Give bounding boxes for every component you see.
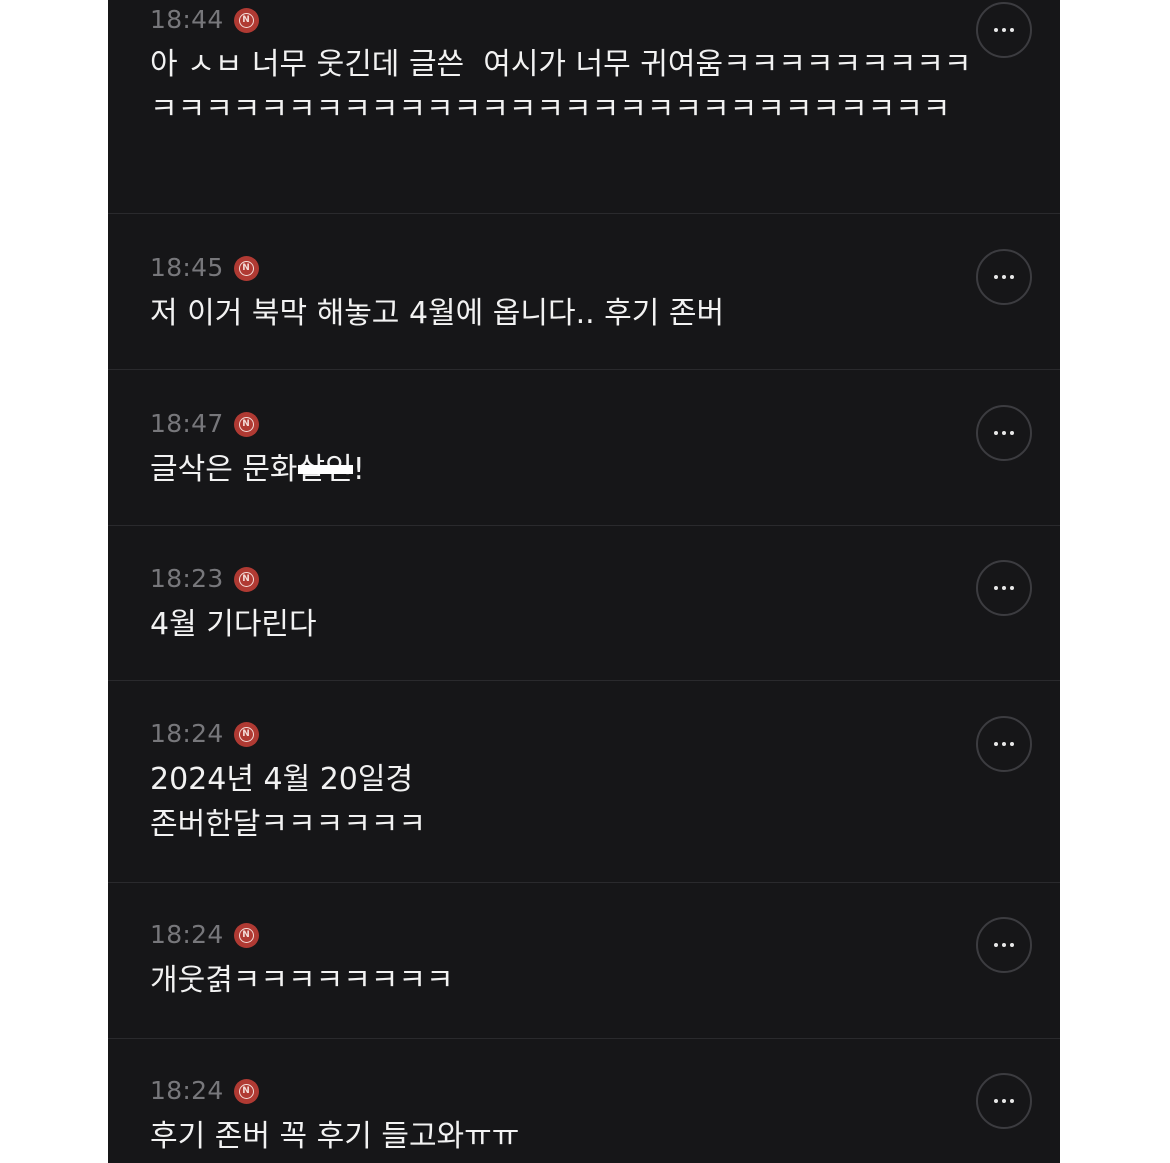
comment-meta: 18:24 N — [150, 1076, 259, 1106]
comment-item: 18:45 N 저 이거 북막 해놓고 4월에 옵니다.. 후기 존버 — [108, 214, 1060, 370]
comment-text: 저 이거 북막 해놓고 4월에 옵니다.. 후기 존버 — [150, 296, 725, 331]
comment-meta: 18:24 N — [150, 719, 259, 749]
redacted-word: 살인 — [297, 452, 353, 487]
comment-item: 18:24 N 2024년 4월 20일경 존버한달ㅋㅋㅋㅋㅋㅋ — [108, 681, 1060, 883]
more-options-button[interactable] — [976, 2, 1032, 58]
comment-time: 18:24 — [150, 719, 224, 748]
comment-meta: 18:45 N — [150, 253, 259, 283]
more-dots-icon — [994, 275, 1014, 279]
comment-meta: 18:24 N — [150, 920, 259, 950]
more-dots-icon — [994, 28, 1014, 32]
comment-time: 18:24 — [150, 920, 224, 949]
comment-text: 아 ㅅㅂ 너무 웃긴데 글쓴 여시가 너무 귀여움ㅋㅋㅋㅋㅋㅋㅋㅋㅋㅋㅋㅋㅋㅋㅋ… — [150, 47, 972, 127]
new-badge-icon: N — [233, 411, 259, 437]
more-options-button[interactable] — [976, 917, 1032, 973]
more-dots-icon — [994, 586, 1014, 590]
comment-item: 18:24 N 개웃겱ㅋㅋㅋㅋㅋㅋㅋㅋ — [108, 883, 1060, 1039]
new-badge-icon: N — [233, 7, 259, 33]
comment-text-after: ! — [352, 452, 365, 487]
comment-text: 개웃겱ㅋㅋㅋㅋㅋㅋㅋㅋ — [150, 963, 454, 998]
new-badge-icon: N — [233, 922, 259, 948]
comment-time: 18:47 — [150, 409, 224, 438]
new-badge-icon: N — [233, 566, 259, 592]
comment-text: 4월 기다린다 — [150, 607, 317, 642]
comment-time: 18:24 — [150, 1076, 224, 1105]
more-options-button[interactable] — [976, 249, 1032, 305]
comment-text-before: 글삭은 문화 — [150, 452, 298, 487]
comment-time: 18:44 — [150, 5, 224, 34]
new-badge-icon: N — [233, 1078, 259, 1104]
comment-item: 18:24 N 후기 존버 꼭 후기 들고와ㅠㅠ — [108, 1039, 1060, 1163]
comment-time: 18:45 — [150, 253, 224, 282]
comment-meta: 18:44 N — [150, 5, 259, 35]
comment-item: 18:23 N 4월 기다린다 — [108, 526, 1060, 681]
more-options-button[interactable] — [976, 560, 1032, 616]
more-options-button[interactable] — [976, 405, 1032, 461]
more-dots-icon — [994, 742, 1014, 746]
comment-item: 18:47 N 글삭은 문화살인! — [108, 370, 1060, 526]
more-dots-icon — [994, 1099, 1014, 1103]
more-options-button[interactable] — [976, 1073, 1032, 1129]
comment-meta: 18:23 N — [150, 564, 259, 594]
more-dots-icon — [994, 943, 1014, 947]
comment-list: 18:44 N 아 ㅅㅂ 너무 웃긴데 글쓴 여시가 너무 귀여움ㅋㅋㅋㅋㅋㅋㅋ… — [108, 0, 1060, 1163]
more-dots-icon — [994, 431, 1014, 435]
comment-time: 18:23 — [150, 564, 224, 593]
new-badge-icon: N — [233, 255, 259, 281]
more-options-button[interactable] — [976, 716, 1032, 772]
new-badge-icon: N — [233, 721, 259, 747]
comment-meta: 18:47 N — [150, 409, 259, 439]
comment-item: 18:44 N 아 ㅅㅂ 너무 웃긴데 글쓴 여시가 너무 귀여움ㅋㅋㅋㅋㅋㅋㅋ… — [108, 0, 1060, 214]
comment-text: 2024년 4월 20일경 존버한달ㅋㅋㅋㅋㅋㅋ — [150, 762, 426, 842]
comment-text: 후기 존버 꼭 후기 들고와ㅠㅠ — [150, 1119, 520, 1154]
comment-text: 글삭은 문화살인! — [150, 447, 980, 492]
